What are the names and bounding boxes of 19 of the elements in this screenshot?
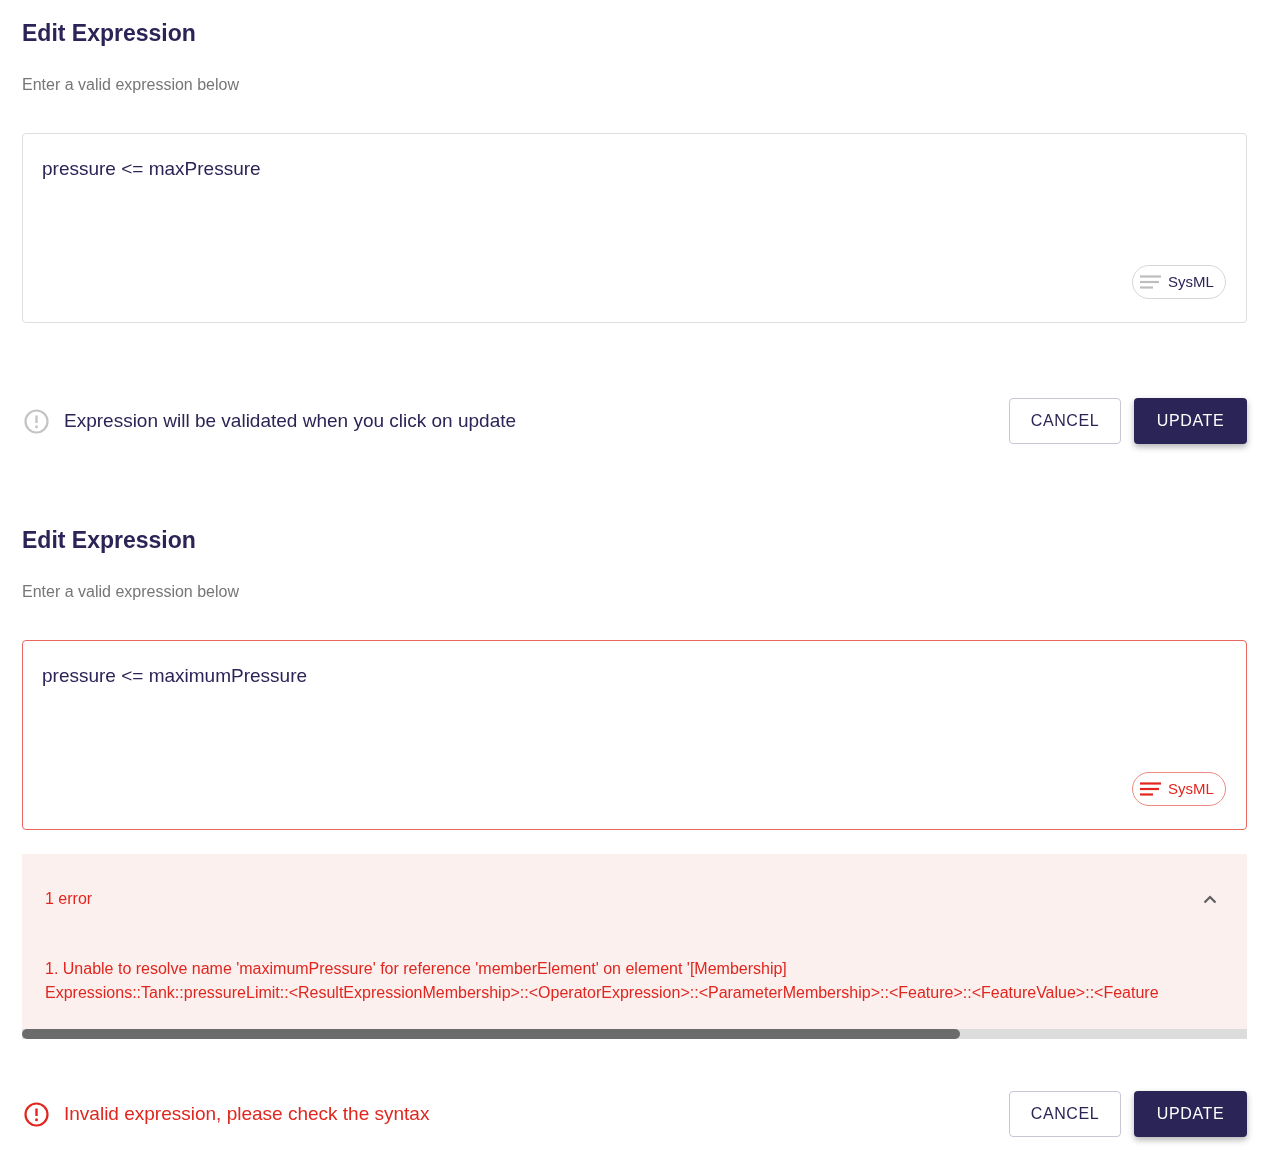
validation-message: Invalid expression, please check the syntax xyxy=(64,1101,430,1126)
error-count: 1 error xyxy=(45,889,93,909)
scrollbar-thumb[interactable] xyxy=(22,1029,961,1039)
horizontal-scrollbar[interactable] xyxy=(22,1029,1247,1039)
cancel-button[interactable]: CANCEL xyxy=(1009,1091,1121,1137)
chevron-up-icon[interactable] xyxy=(1203,894,1217,904)
error-message: 1. Unable to resolve name 'maximumPressure' for reference 'memberElement' on element '[Membership] Expressions::Tank::pressureLimit::<ResultExpressionMembership>::<OperatorExpression>::<ParameterMembership>::<Feature>::<FeatureValue>::<Feature xyxy=(45,959,1160,1003)
dialog-title: Edit Expression xyxy=(22,19,197,47)
lines-icon xyxy=(1140,782,1161,796)
validation-message: Expression will be validated when you click on update xyxy=(64,408,517,433)
dialog-title: Edit Expression xyxy=(22,526,197,554)
instruction-text: Enter a valid expression below xyxy=(22,582,240,602)
update-button[interactable]: UPDATE xyxy=(1134,1091,1247,1137)
update-button[interactable]: UPDATE xyxy=(1134,398,1247,444)
instruction-text: Enter a valid expression below xyxy=(22,75,240,95)
cancel-button[interactable]: CANCEL xyxy=(1009,398,1121,444)
expression-field[interactable]: pressure <= maxPressure SysML xyxy=(22,133,1247,323)
expression-field[interactable]: pressure <= maximumPressure SysML xyxy=(22,640,1247,830)
lines-icon xyxy=(1140,275,1161,289)
